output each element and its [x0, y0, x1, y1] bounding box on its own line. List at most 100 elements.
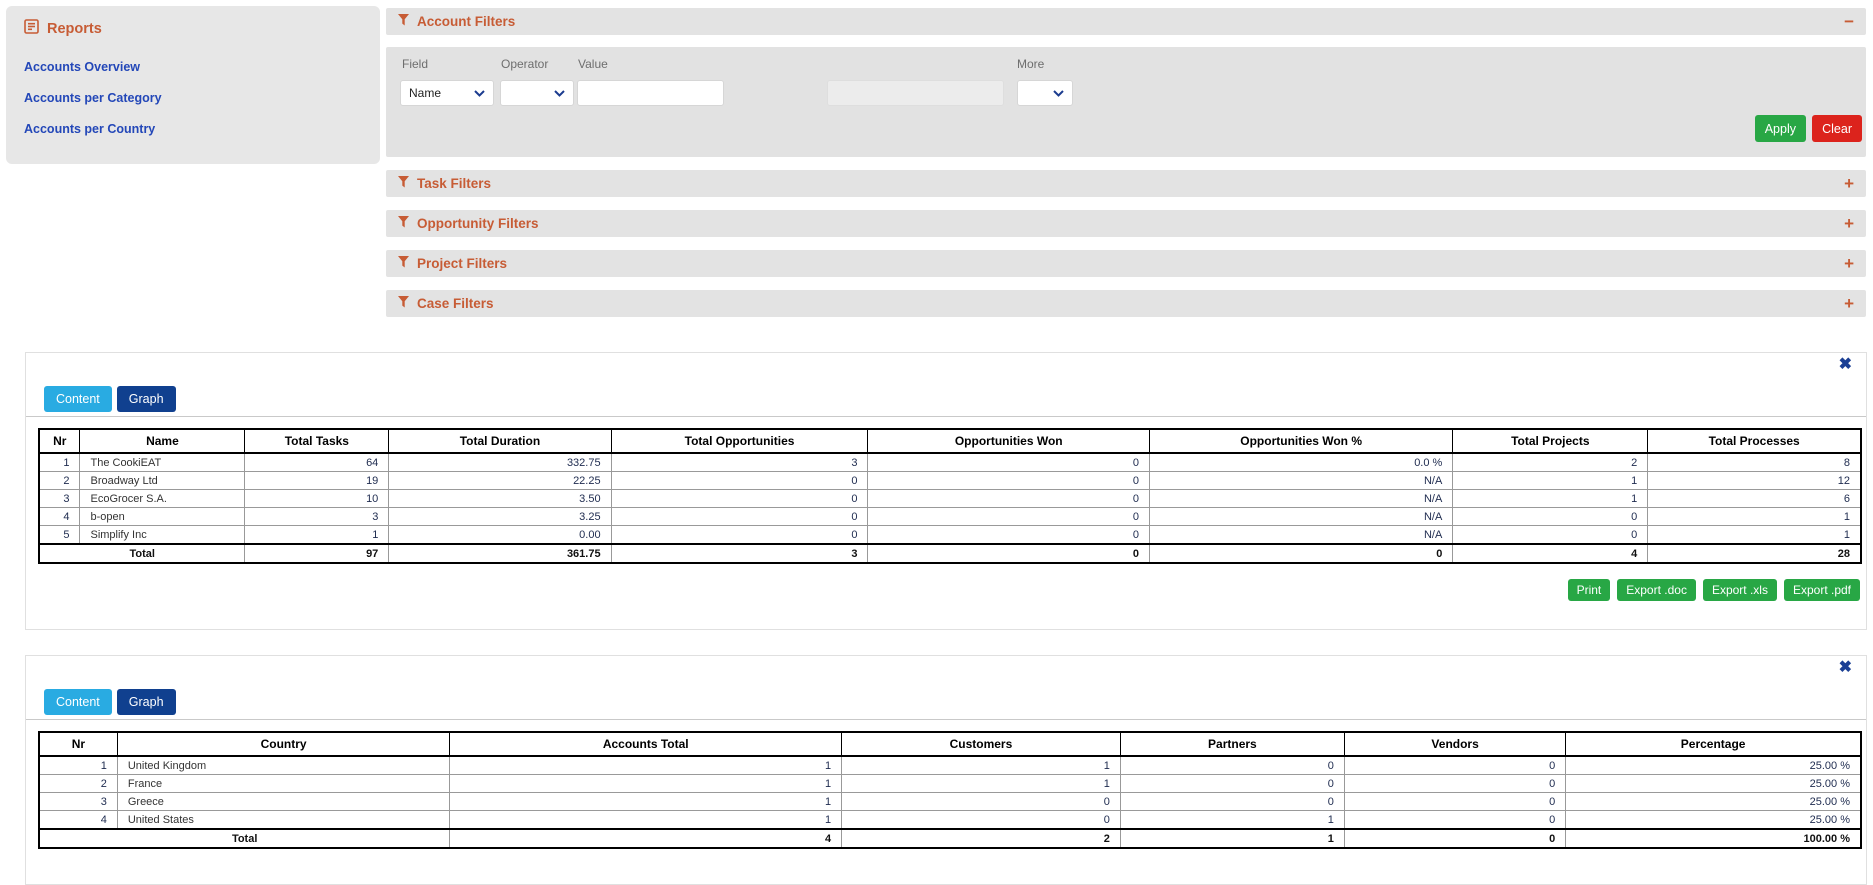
- table-cell: 1: [449, 810, 843, 830]
- close-icon[interactable]: ✖: [1839, 660, 1852, 676]
- sidebar-title-label: Reports: [47, 20, 102, 37]
- value-input[interactable]: [577, 80, 724, 106]
- project-filters-title: Project Filters: [398, 256, 507, 271]
- table-cell: 3.50: [388, 489, 612, 509]
- table-cell: 1: [841, 755, 1121, 776]
- table-cell: 64: [244, 452, 390, 473]
- expand-icon[interactable]: +: [1844, 295, 1854, 312]
- table-cell: 25.00 %: [1565, 810, 1862, 830]
- expand-icon[interactable]: +: [1844, 175, 1854, 192]
- sidebar-item-accounts-per-category[interactable]: Accounts per Category: [24, 91, 362, 106]
- case-filters-label: Case Filters: [417, 296, 494, 311]
- table-cell: 1: [38, 755, 118, 776]
- operator-select[interactable]: [500, 80, 574, 106]
- table-row: 2 France 1 1 0 0 25.00 %: [38, 774, 1862, 794]
- tab-divider: [26, 416, 1866, 418]
- table-cell: 0: [610, 471, 869, 491]
- table-cell: 1: [244, 525, 390, 545]
- more-select[interactable]: [1017, 80, 1073, 106]
- tab-graph[interactable]: Graph: [116, 386, 176, 413]
- filter-bar-task-filters[interactable]: Task Filters +: [386, 170, 1866, 197]
- table-cell: 0: [1119, 774, 1345, 794]
- table-row: 1 United Kingdom 1 1 0 0 25.00 %: [38, 755, 1862, 776]
- tab-content[interactable]: Content: [44, 689, 112, 716]
- operator-label: Operator: [501, 57, 549, 71]
- table-cell: 2: [38, 774, 118, 794]
- table-total-row: Total 4 2 1 0 100.00 %: [38, 828, 1862, 849]
- table-cell: N/A: [1148, 471, 1454, 491]
- table-cell: 0: [867, 543, 1150, 564]
- clear-button[interactable]: Clear: [1812, 115, 1862, 142]
- filter-bar-case-filters[interactable]: Case Filters +: [386, 290, 1866, 317]
- table-cell: 0: [1119, 792, 1345, 812]
- table-cell: 332.75: [388, 452, 612, 473]
- table-cell: Total: [38, 543, 246, 564]
- table-cell: 1: [449, 755, 843, 776]
- export-doc-button[interactable]: Export .doc: [1617, 579, 1696, 602]
- filter-funnel-icon: [398, 296, 410, 311]
- table-cell: EcoGrocer S.A.: [79, 489, 246, 509]
- expand-icon[interactable]: +: [1844, 255, 1854, 272]
- table-cell: 25.00 %: [1565, 755, 1862, 776]
- report-card-accounts-overview: ✖ Content Graph Nr Name Total Tasks Total D…: [25, 352, 1867, 630]
- column-header-accounts-total: Accounts Total: [449, 731, 843, 758]
- chevron-down-icon: [474, 89, 485, 97]
- table-cell: 6: [1647, 489, 1862, 509]
- filter-bar-opportunity-filters[interactable]: Opportunity Filters +: [386, 210, 1866, 237]
- filter-bar-project-filters[interactable]: Project Filters +: [386, 250, 1866, 277]
- case-filters-title: Case Filters: [398, 296, 494, 311]
- table-cell: 4: [38, 507, 81, 527]
- account-filters-header[interactable]: Account Filters −: [386, 8, 1866, 35]
- table-cell: 1: [1647, 507, 1862, 527]
- chevron-down-icon: [554, 89, 565, 97]
- sidebar-item-accounts-overview[interactable]: Accounts Overview: [24, 60, 362, 75]
- column-header-total-duration: Total Duration: [388, 428, 612, 455]
- reports-page: { "icons": { "close": "✖", "collapse": "…: [0, 0, 1873, 885]
- column-header-name: Name: [79, 428, 246, 455]
- table-cell: 0: [1343, 755, 1567, 776]
- table-cell: 1: [1647, 525, 1862, 545]
- field-select-value: Name: [409, 86, 442, 100]
- column-header-customers: Customers: [841, 731, 1121, 758]
- table-row: 3 Greece 1 0 0 0 25.00 %: [38, 792, 1862, 812]
- table-row: 4 b-open 3 3.25 0 0 N/A 0 1: [38, 507, 1862, 527]
- table-cell: The CookiEAT: [79, 452, 246, 473]
- account-filters-title: Account Filters: [398, 14, 515, 29]
- table-cell: Broadway Ltd: [79, 471, 246, 491]
- table-cell: 1: [449, 792, 843, 812]
- tab-divider: [26, 719, 1866, 721]
- table-cell: 0: [1119, 755, 1345, 776]
- project-filters-label: Project Filters: [417, 256, 508, 271]
- table-cell: Simplify Inc: [79, 525, 246, 545]
- filter-funnel-icon: [398, 216, 410, 231]
- accounts-per-country-table: Nr Country Accounts Total Customers Partners…: [38, 731, 1862, 850]
- column-header-partners: Partners: [1119, 731, 1345, 758]
- table-cell: 1: [1119, 810, 1345, 830]
- tab-content[interactable]: Content: [44, 386, 112, 413]
- table-cell: 4: [1452, 543, 1649, 564]
- table-cell: 2: [38, 471, 81, 491]
- account-filters-label: Account Filters: [417, 14, 516, 29]
- table-cell: United States: [116, 810, 451, 830]
- print-button[interactable]: Print: [1567, 579, 1611, 602]
- expand-icon[interactable]: +: [1844, 215, 1854, 232]
- collapse-icon[interactable]: −: [1844, 13, 1854, 30]
- table-cell: N/A: [1148, 489, 1454, 509]
- export-pdf-button[interactable]: Export .pdf: [1783, 579, 1860, 602]
- table-cell: 1: [1452, 489, 1649, 509]
- table-cell: 4: [449, 828, 843, 849]
- task-filters-label: Task Filters: [417, 176, 492, 191]
- field-select[interactable]: Name: [400, 80, 494, 106]
- sidebar-item-accounts-per-country[interactable]: Accounts per Country: [24, 122, 362, 137]
- table-header-row: Nr Name Total Tasks Total Duration Total Opp…: [38, 428, 1862, 455]
- table-cell: N/A: [1148, 525, 1454, 545]
- table-cell: 4: [38, 810, 118, 830]
- table-cell: 28: [1647, 543, 1862, 564]
- table-header-row: Nr Country Accounts Total Customers Partners…: [38, 731, 1862, 758]
- apply-button[interactable]: Apply: [1754, 115, 1806, 142]
- opportunity-filters-title: Opportunity Filters: [398, 216, 539, 231]
- export-xls-button[interactable]: Export .xls: [1702, 579, 1777, 602]
- tab-graph[interactable]: Graph: [116, 689, 176, 716]
- close-icon[interactable]: ✖: [1839, 357, 1852, 373]
- table-cell: Total: [38, 828, 451, 849]
